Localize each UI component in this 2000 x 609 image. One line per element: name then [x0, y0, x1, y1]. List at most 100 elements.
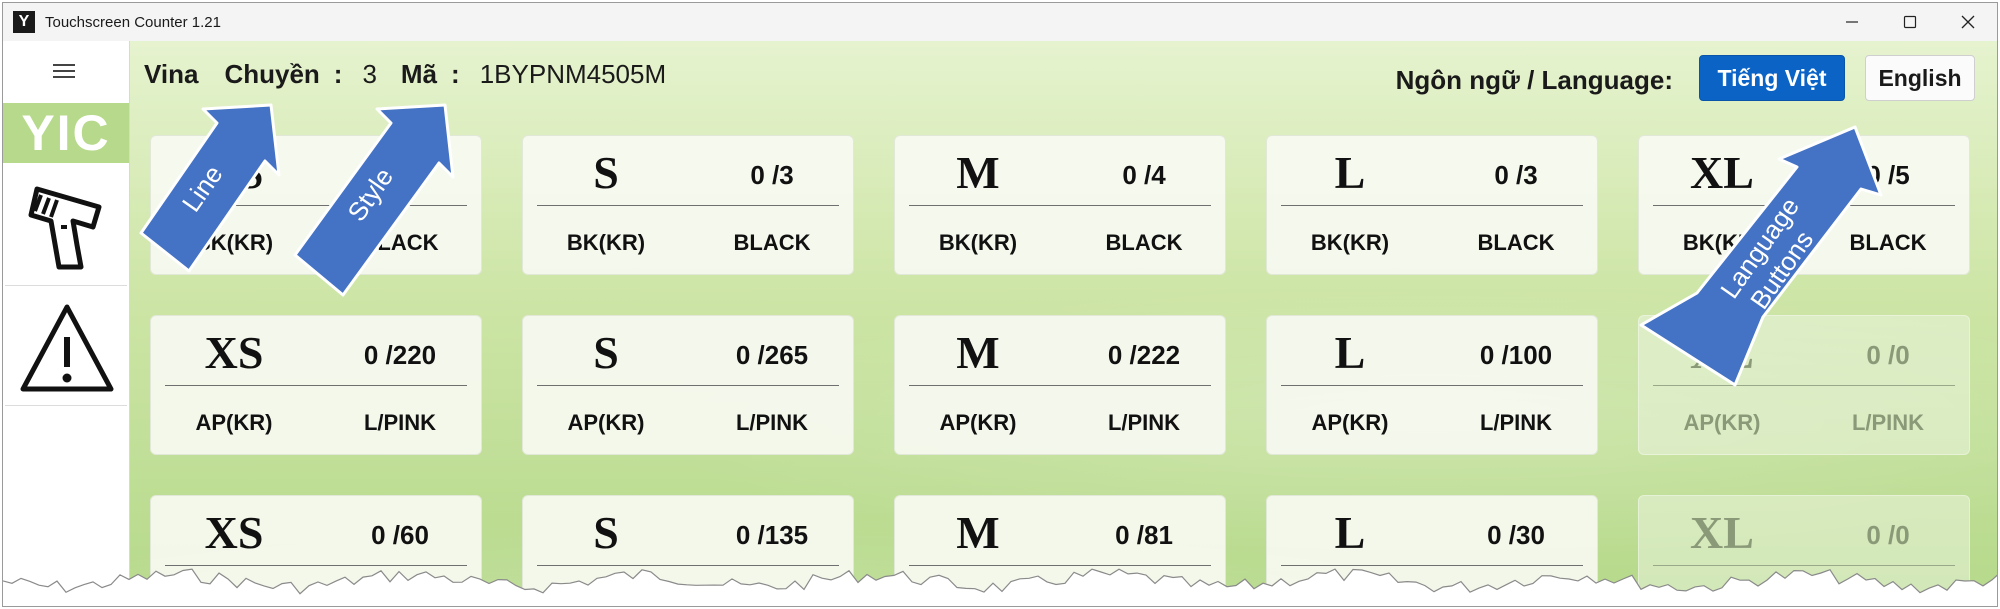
size-card[interactable]: M 0 /4 BK(KR) BLACK: [894, 135, 1226, 275]
style-value: 1BYPNM4505M: [479, 59, 667, 89]
card-divider: [1653, 565, 1955, 566]
color-name: BLACK: [1105, 230, 1183, 255]
window-controls: [1823, 3, 1997, 41]
card-divider: [1281, 565, 1583, 566]
color-code: AP(KR): [195, 410, 273, 435]
yic-logo: YIC: [3, 103, 129, 163]
count-value: 0 /135: [735, 520, 809, 550]
count-value: 0 /81: [1115, 520, 1173, 550]
size-label: L: [1334, 147, 1366, 198]
size-card[interactable]: S 0 /135: [522, 495, 854, 606]
factory-name: Vina: [144, 59, 199, 89]
size-label: S: [593, 327, 619, 378]
card-divider: [165, 205, 467, 206]
title-bar: Y Touchscreen Counter 1.21: [3, 3, 1997, 41]
size-label: S: [593, 147, 619, 198]
count-value: 0 /5: [1866, 160, 1910, 190]
scan-button[interactable]: [5, 167, 127, 286]
size-label: XL: [1690, 327, 1754, 378]
size-card[interactable]: XL 0 /0 AP(KR) L/PINK: [1638, 315, 1970, 455]
card-divider: [909, 205, 1211, 206]
size-card[interactable]: L 0 /100 AP(KR) L/PINK: [1266, 315, 1598, 455]
size-card[interactable]: XS 0 /60: [150, 495, 482, 606]
vietnamese-language-button[interactable]: Tiếng Việt: [1699, 55, 1845, 101]
color-name: BLACK: [1477, 230, 1555, 255]
info-bar: Vina Chuyền : 3 Mã : 1BYPNM4505M: [144, 59, 666, 90]
style-label: Mã: [400, 59, 438, 89]
size-card[interactable]: XL 0 /0: [1638, 495, 1970, 606]
style-separator: :: [451, 59, 460, 89]
size-label: XL: [1690, 147, 1754, 198]
warning-icon: [20, 304, 114, 392]
color-name: L/PINK: [735, 410, 809, 435]
color-code: BK(KR): [566, 230, 646, 255]
count-value: 0 /222: [1107, 340, 1181, 370]
minimize-button[interactable]: [1823, 3, 1881, 41]
size-card[interactable]: M 0 /81: [894, 495, 1226, 606]
card-divider: [165, 385, 467, 386]
size-label: XS: [204, 327, 264, 378]
count-value: 0 /60: [371, 520, 429, 550]
count-value: 0 /3: [1494, 160, 1538, 190]
count-value: 0 /30: [1487, 520, 1545, 550]
size-card[interactable]: S 0 /3 BK(KR) BLACK: [522, 135, 854, 275]
count-value: 0 /4: [1122, 160, 1166, 190]
card-divider: [1653, 385, 1955, 386]
color-name: BLACK: [733, 230, 811, 255]
count-value: 0 /220: [363, 340, 437, 370]
line-value: 3: [362, 59, 377, 89]
language-label: Ngôn ngữ / Language:: [1395, 65, 1673, 95]
color-name: L/PINK: [1107, 410, 1181, 435]
close-button[interactable]: [1939, 3, 1997, 41]
size-label: XL: [1690, 507, 1754, 558]
count-value: 0 /0: [1866, 340, 1910, 370]
size-label: XS: [204, 147, 264, 198]
color-name: L/PINK: [363, 410, 437, 435]
hamburger-icon[interactable]: [53, 63, 75, 79]
count-value: 0 /3: [750, 160, 794, 190]
color-code: BK(KR): [1682, 230, 1762, 255]
window-title: Touchscreen Counter 1.21: [45, 13, 221, 31]
english-language-button[interactable]: English: [1865, 55, 1975, 101]
count-value: 0 /0: [1866, 520, 1910, 550]
size-label: M: [956, 507, 1000, 558]
size-card[interactable]: XS 0 /3 BK(KR) BLACK: [150, 135, 482, 275]
size-card[interactable]: XS 0 /220 AP(KR) L/PINK: [150, 315, 482, 455]
size-label: M: [956, 147, 1000, 198]
color-code: BK(KR): [938, 230, 1018, 255]
alert-button[interactable]: [5, 287, 127, 406]
color-name: BLACK: [361, 230, 439, 255]
size-card[interactable]: L 0 /30: [1266, 495, 1598, 606]
size-card[interactable]: XL 0 /5 BK(KR) BLACK: [1638, 135, 1970, 275]
sidebar: YIC: [3, 41, 130, 606]
size-label: XS: [204, 507, 264, 558]
maximize-icon: [1903, 15, 1917, 29]
count-value: 0 /100: [1479, 340, 1553, 370]
size-label: M: [956, 327, 1000, 378]
barcode-scanner-icon: [28, 186, 102, 270]
card-divider: [537, 205, 839, 206]
color-name: L/PINK: [1479, 410, 1553, 435]
size-card[interactable]: L 0 /3 BK(KR) BLACK: [1266, 135, 1598, 275]
card-divider: [537, 385, 839, 386]
color-name: BLACK: [1849, 230, 1927, 255]
card-divider: [1281, 385, 1583, 386]
size-label: S: [593, 507, 619, 558]
card-divider: [537, 565, 839, 566]
color-code: AP(KR): [939, 410, 1017, 435]
card-divider: [165, 565, 467, 566]
color-code: AP(KR): [1311, 410, 1389, 435]
color-code: AP(KR): [1683, 410, 1761, 435]
color-code: AP(KR): [567, 410, 645, 435]
maximize-button[interactable]: [1881, 3, 1939, 41]
app-window: Y Touchscreen Counter 1.21 YIC Vina Chuy…: [2, 2, 1998, 607]
count-value: 0 /265: [735, 340, 809, 370]
color-name: L/PINK: [1851, 410, 1925, 435]
count-value: 0 /3: [378, 160, 422, 190]
line-separator: :: [333, 59, 343, 89]
size-card[interactable]: S 0 /265 AP(KR) L/PINK: [522, 315, 854, 455]
size-card[interactable]: M 0 /222 AP(KR) L/PINK: [894, 315, 1226, 455]
card-divider: [909, 565, 1211, 566]
size-label: L: [1334, 507, 1366, 558]
minimize-icon: [1846, 21, 1858, 23]
